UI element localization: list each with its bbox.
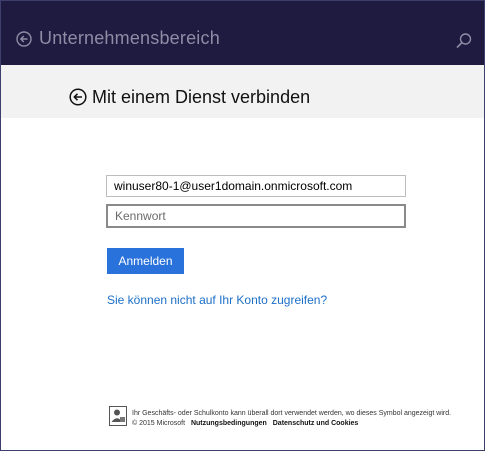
app-window: Unternehmensbereich Mit einem Dienst ver… xyxy=(0,0,485,451)
app-title: Unternehmensbereich xyxy=(39,28,220,48)
search-icon[interactable] xyxy=(455,32,473,50)
privacy-link[interactable]: Datenschutz und Cookies xyxy=(273,420,359,427)
copyright-text: © 2015 Microsoft xyxy=(132,420,186,427)
back-arrow-icon[interactable] xyxy=(16,31,32,47)
footer-links: © 2015 Microsoft Nutzungsbedingungen Dat… xyxy=(132,420,358,427)
work-account-badge-icon xyxy=(109,406,127,426)
terms-link[interactable]: Nutzungsbedingungen xyxy=(191,420,267,427)
cant-access-account-link[interactable]: Sie können nicht auf Ihr Konto zugreifen… xyxy=(107,293,327,307)
signin-button[interactable]: Anmelden xyxy=(107,248,184,274)
footer-info-text: Ihr Geschäfts- oder Schulkonto kann über… xyxy=(132,410,452,417)
password-field[interactable] xyxy=(106,204,406,228)
page-title: Mit einem Dienst verbinden xyxy=(92,87,311,107)
sub-header: Mit einem Dienst verbinden xyxy=(1,65,484,118)
email-field[interactable] xyxy=(106,175,406,197)
back-arrow-circle-icon[interactable] xyxy=(69,88,87,106)
top-bar: Unternehmensbereich xyxy=(1,1,484,65)
